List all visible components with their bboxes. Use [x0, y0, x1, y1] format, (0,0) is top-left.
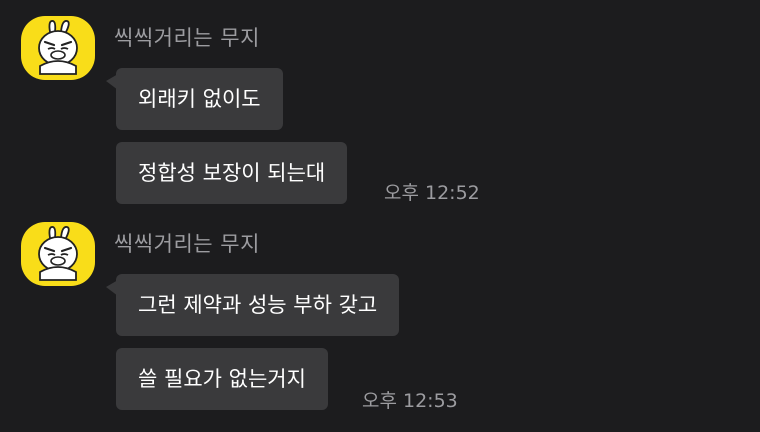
- message-bubble[interactable]: 그런 제약과 성능 부하 갖고: [105, 274, 400, 336]
- message-timestamp: 오후 12:52: [384, 182, 480, 204]
- muzi-avatar-icon[interactable]: [21, 222, 95, 286]
- muzi-avatar-graphic: [38, 20, 78, 75]
- sender-name: 씩씩거리는 무지: [114, 232, 260, 256]
- muzi-avatar-graphic: [38, 226, 78, 281]
- chat-view: 씩씩거리는 무지 외래키 없이도 정합성 보장이 되는대 오후 12:52 씩씩…: [0, 0, 760, 432]
- message-bubble[interactable]: 정합성 보장이 되는대: [116, 142, 348, 204]
- message-bubble[interactable]: 쓸 필요가 없는거지: [116, 348, 328, 410]
- message-timestamp: 오후 12:53: [362, 390, 458, 412]
- muzi-avatar-icon[interactable]: [21, 16, 95, 80]
- sender-name: 씩씩거리는 무지: [114, 26, 260, 50]
- message-bubble[interactable]: 외래키 없이도: [106, 68, 283, 130]
